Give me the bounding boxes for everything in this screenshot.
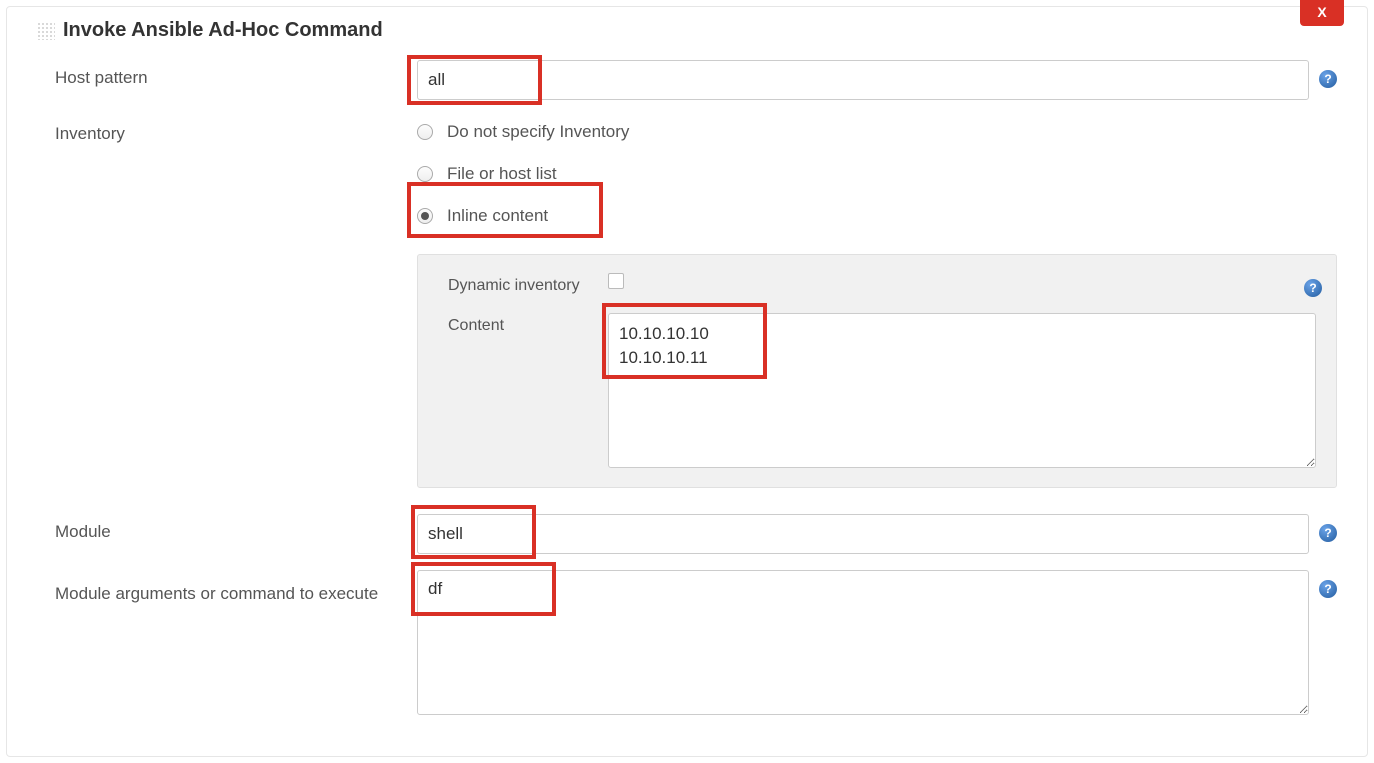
main-panel: Invoke Ansible Ad-Hoc Command Host patte… xyxy=(6,6,1368,757)
module-label: Module xyxy=(37,514,417,542)
module-input[interactable] xyxy=(417,514,1309,554)
radio-label: File or host list xyxy=(447,164,557,184)
module-args-label: Module arguments or command to execute xyxy=(37,570,417,604)
radio-icon xyxy=(417,166,433,182)
inventory-option-inline[interactable]: Inline content xyxy=(417,206,1337,226)
panel-title: Invoke Ansible Ad-Hoc Command xyxy=(63,19,383,42)
host-pattern-input[interactable] xyxy=(417,60,1309,100)
host-pattern-label: Host pattern xyxy=(37,60,417,88)
drag-handle-icon[interactable] xyxy=(37,22,55,40)
inventory-label: Inventory xyxy=(37,116,417,144)
inline-content-panel: ? Dynamic inventory Content xyxy=(417,254,1337,488)
help-icon[interactable]: ? xyxy=(1319,524,1337,542)
content-textarea[interactable] xyxy=(608,313,1316,468)
radio-icon xyxy=(417,208,433,224)
help-icon[interactable]: ? xyxy=(1304,279,1322,297)
dynamic-inventory-checkbox[interactable] xyxy=(608,273,624,289)
module-args-textarea[interactable] xyxy=(417,570,1309,715)
radio-icon xyxy=(417,124,433,140)
close-button[interactable]: X xyxy=(1300,0,1344,26)
radio-label: Do not specify Inventory xyxy=(447,122,629,142)
help-icon[interactable]: ? xyxy=(1319,70,1337,88)
inventory-option-none[interactable]: Do not specify Inventory xyxy=(417,122,1337,142)
dynamic-inventory-label: Dynamic inventory xyxy=(448,273,608,295)
content-label: Content xyxy=(448,313,608,335)
inventory-option-file[interactable]: File or host list xyxy=(417,164,1337,184)
radio-label: Inline content xyxy=(447,206,548,226)
help-icon[interactable]: ? xyxy=(1319,580,1337,598)
